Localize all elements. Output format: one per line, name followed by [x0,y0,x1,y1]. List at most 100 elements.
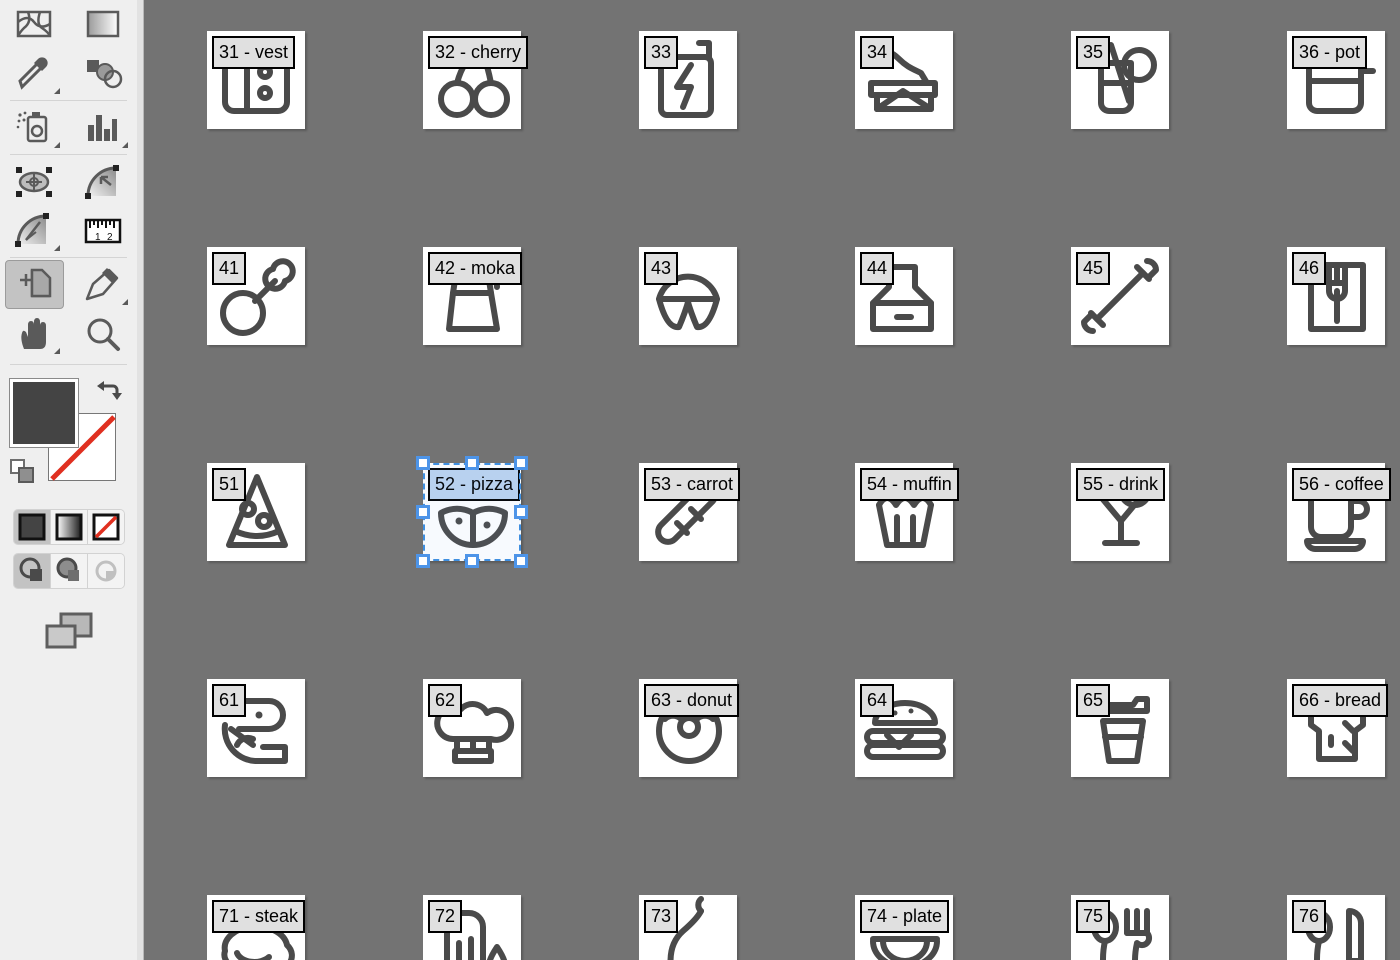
tool-options-triangle-icon[interactable] [53,348,60,354]
icon-label[interactable]: 74 - plate [860,900,950,933]
crop-tool[interactable] [5,260,64,309]
rotate-tool[interactable] [5,206,64,255]
zoom-icon [87,318,120,351]
icon-label[interactable]: 56 - coffee [1292,468,1391,501]
no-fill-toggle[interactable] [87,510,124,544]
icon-label[interactable]: 75 [1076,900,1111,933]
svg-text:2: 2 [107,232,113,243]
tool-row [0,157,137,206]
icon-label[interactable]: 31 - vest [212,36,296,69]
partial-toggle[interactable] [87,554,124,588]
mesh-gradient-tool[interactable] [5,0,64,49]
perspective-tool[interactable] [74,157,133,206]
histogram-icon [87,114,117,141]
tool-row [0,0,137,49]
icon-label[interactable]: 62 [428,684,463,717]
resize-handle-n[interactable] [465,456,479,470]
resize-handle-e[interactable] [514,505,528,519]
transform-icon [16,166,53,197]
front-toggle[interactable] [50,554,88,588]
icon-label[interactable]: 54 - muffin [860,468,959,501]
divider [10,154,127,155]
tool-options-triangle-icon[interactable] [53,245,60,251]
resize-handle-ne[interactable] [514,456,528,470]
icon-label[interactable]: 45 [1076,252,1111,285]
tool-options-triangle-icon[interactable] [122,142,128,148]
foreground-color-swatch[interactable] [9,378,79,448]
perspective-icon [84,164,119,199]
icon-label[interactable]: 34 [860,36,895,69]
gradient-icon [86,10,119,37]
union-icon [19,557,42,581]
mesh-gradient-icon [17,10,52,37]
icon-label[interactable]: 36 - pot [1292,36,1368,69]
layers-button[interactable] [39,611,99,651]
transform-tool[interactable] [5,157,64,206]
tool-options-triangle-icon[interactable] [53,142,60,148]
color-picker-icon [18,56,48,90]
icon-label[interactable]: 51 [212,468,247,501]
union-toggle[interactable] [13,554,51,588]
icon-label[interactable]: 46 [1292,252,1327,285]
selection-frame[interactable] [416,456,528,568]
icon-label[interactable]: 76 [1292,900,1327,933]
fill-mode-toggle-group [12,509,125,545]
resize-handle-s[interactable] [465,554,479,568]
spray-can-tool[interactable] [5,103,64,152]
icon-label[interactable]: 66 - bread [1292,684,1389,717]
icon-label[interactable]: 42 - moka [428,252,523,285]
tool-options-triangle-icon[interactable] [53,88,60,94]
gradient-fill-toggle[interactable] [50,510,88,544]
solid-fill-toggle[interactable] [13,510,51,544]
icon-label[interactable]: 61 [212,684,247,717]
color-swatch-area [0,371,138,501]
reset-colors-icon[interactable] [10,459,36,485]
icon-label[interactable]: 53 - carrot [644,468,741,501]
icon-label[interactable]: 63 - donut [644,684,740,717]
zoom-tool[interactable] [74,309,133,358]
pen-tool[interactable] [74,260,132,309]
svg-text:1: 1 [95,232,101,243]
color-picker-tool[interactable] [5,49,64,98]
icon-label[interactable]: 71 - steak [212,900,306,933]
icon-label[interactable]: 35 [1076,36,1111,69]
gradient-tool[interactable] [74,0,133,49]
icon-label[interactable]: 43 [644,252,679,285]
front-icon [56,557,79,581]
measure-tool[interactable]: 12 [74,206,133,255]
rotate-icon [15,212,50,247]
resize-handle-w[interactable] [416,505,430,519]
paint-bucket-icon [86,59,122,88]
toolbox-panel: 12 [0,0,144,960]
gradient-fill-icon [55,513,82,541]
crop-icon [20,268,52,297]
hand-tool[interactable] [5,309,64,358]
resize-handle-se[interactable] [514,554,528,568]
histogram-tool[interactable] [74,103,133,152]
divider [10,257,127,258]
paint-bucket-tool[interactable] [74,49,133,98]
partial-icon [95,560,116,582]
measure-icon: 12 [84,218,121,243]
icon-label[interactable]: 72 [428,900,463,933]
icon-label[interactable]: 33 [644,36,679,69]
no-fill-icon [92,513,119,541]
resize-handle-sw[interactable] [416,554,430,568]
icon-label[interactable]: 73 [644,900,679,933]
resize-handle-nw[interactable] [416,456,430,470]
document-canvas[interactable]: 31 - vest 32 - cherry 33 34 35 36 - pot 41 42 -… [145,0,1400,960]
tool-row [0,49,137,98]
pen-icon [85,267,118,300]
icon-label[interactable]: 64 [860,684,895,717]
icon-label[interactable]: 32 - cherry [428,36,529,69]
icon-label[interactable]: 65 [1076,684,1111,717]
icon-label[interactable]: 55 - drink [1076,468,1166,501]
divider [10,100,127,101]
tool-row [0,260,137,309]
swap-colors-icon[interactable] [96,379,124,405]
tool-options-triangle-icon[interactable] [122,299,128,305]
selection-outline [423,463,521,561]
icon-label[interactable]: 41 [212,252,247,285]
boolean-mode-toggle-group [12,553,125,589]
icon-label[interactable]: 44 [860,252,895,285]
